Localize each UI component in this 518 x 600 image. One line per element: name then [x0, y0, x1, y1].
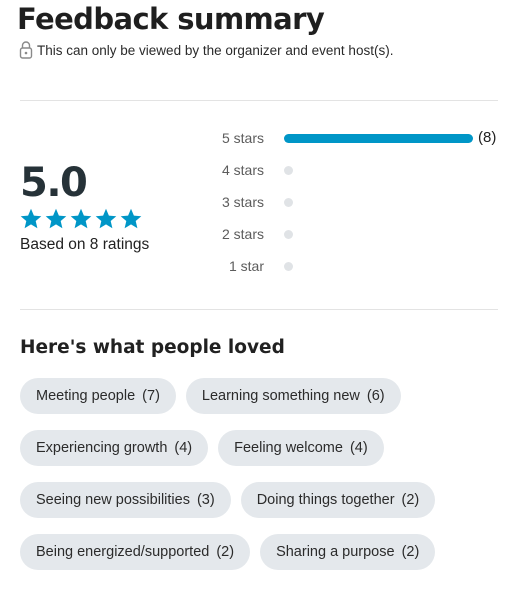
tag-count: (6) — [366, 388, 385, 404]
tag-count: (4) — [349, 440, 368, 456]
rating-row-1: 1 star — [200, 256, 500, 276]
tag-label: Doing things together — [256, 492, 395, 508]
rating-bar-empty — [284, 262, 293, 271]
tag-chip: Doing things together (2) — [240, 482, 436, 518]
divider — [20, 100, 498, 101]
lock-icon — [18, 40, 34, 60]
tag-count: (2) — [401, 544, 420, 560]
rating-row-5: 5 stars (8) — [200, 128, 500, 148]
rating-row-label: 2 stars — [221, 226, 264, 242]
tag-count: (4) — [174, 440, 193, 456]
privacy-note: This can only be viewed by the organizer… — [18, 40, 393, 60]
rating-bar — [284, 262, 473, 271]
rating-row-label: 1 star — [228, 258, 264, 274]
rating-row-count: (8) — [478, 129, 497, 146]
page-title: Feedback summary — [17, 2, 325, 36]
tag-count: (2) — [401, 492, 420, 508]
tag-label: Being energized/supported — [36, 544, 210, 560]
privacy-text: This can only be viewed by the organizer… — [37, 42, 394, 58]
tag-chip: Seeing new possibilities (3) — [20, 482, 231, 518]
tag-label: Learning something new — [201, 388, 360, 404]
star-icon — [95, 208, 117, 229]
rating-count-text: Based on 8 ratings — [20, 236, 150, 253]
section-heading: Here's what people loved — [20, 337, 285, 358]
rating-bar-empty — [284, 166, 293, 175]
rating-bar — [284, 230, 473, 239]
star-icon — [20, 208, 42, 229]
rating-stars — [19, 207, 143, 231]
star-icon — [70, 208, 92, 229]
rating-row-label: 4 stars — [221, 162, 264, 178]
rating-bar-fill — [284, 134, 473, 143]
tag-label: Feeling welcome — [234, 440, 343, 456]
tag-count: (3) — [196, 492, 215, 508]
tag-count: (7) — [142, 388, 160, 404]
tag-chip: Experiencing growth (4) — [20, 430, 209, 466]
rating-row-label: 5 stars — [221, 130, 264, 146]
average-rating: 5.0 — [20, 160, 88, 206]
star-icon — [45, 208, 67, 229]
tag-chip: Being energized/supported (2) — [20, 534, 251, 570]
loved-tags: Meeting people (7) Learning something new… — [20, 378, 510, 570]
rating-row-4: 4 stars — [200, 160, 500, 180]
rating-row-label: 3 stars — [221, 194, 264, 210]
rating-bar-empty — [284, 198, 293, 207]
tag-label: Sharing a purpose — [276, 544, 395, 560]
tag-label: Seeing new possibilities — [36, 492, 190, 508]
tag-label: Experiencing growth — [36, 440, 168, 456]
tag-chip: Sharing a purpose (2) — [260, 534, 436, 570]
tag-chip: Meeting people (7) — [20, 378, 176, 414]
rating-bar — [284, 134, 473, 143]
rating-row-3: 3 stars — [200, 192, 500, 212]
divider — [20, 309, 498, 310]
tag-chip: Feeling welcome (4) — [218, 430, 384, 466]
rating-bar-empty — [284, 230, 293, 239]
rating-bar — [284, 166, 473, 175]
rating-bar — [284, 198, 473, 207]
tag-count: (2) — [216, 544, 235, 560]
star-icon — [120, 208, 142, 229]
tag-chip: Learning something new (6) — [185, 378, 401, 414]
rating-row-2: 2 stars — [200, 224, 500, 244]
tag-label: Meeting people — [36, 388, 136, 404]
